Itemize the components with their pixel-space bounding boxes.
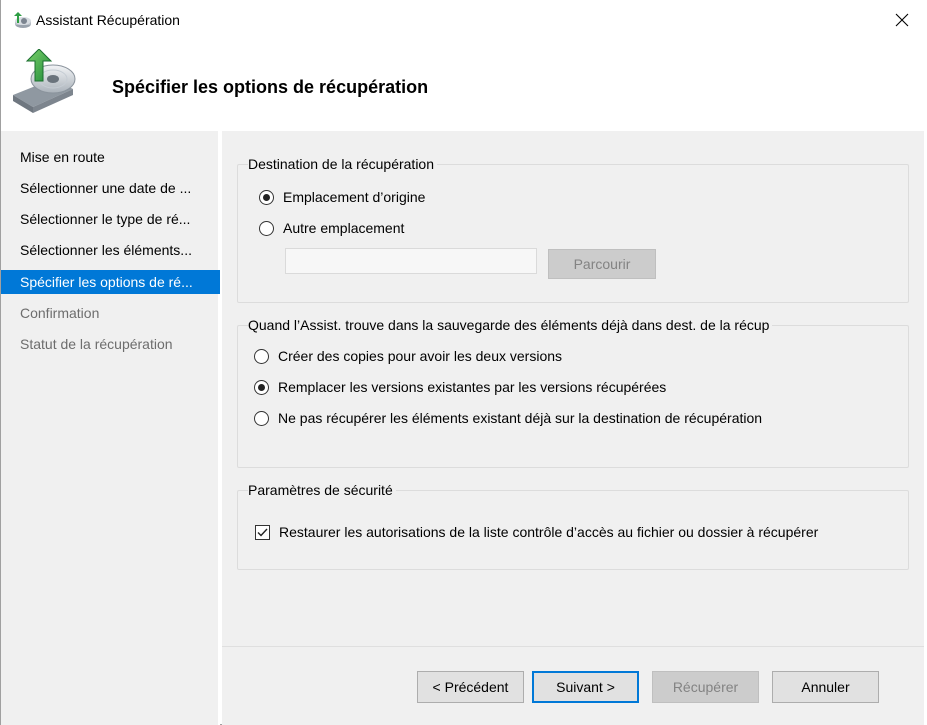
window-title: Assistant Récupération <box>36 12 180 28</box>
step-select-items[interactable]: Sélectionner les éléments... <box>1 238 220 262</box>
radio-button[interactable] <box>259 189 274 205</box>
destination-path-input[interactable] <box>285 248 537 274</box>
radio-button[interactable] <box>254 348 269 364</box>
restore-acl-label: Restaurer les autorisations de la liste … <box>279 524 819 540</box>
conflict-group-title: Quand l’Assist. trouve dans la sauvegard… <box>248 317 773 333</box>
browse-button[interactable]: Parcourir <box>548 249 656 279</box>
radio-skip-existing[interactable]: Ne pas récupérer les éléments existant d… <box>254 408 762 428</box>
next-button[interactable]: Suivant > <box>532 671 639 703</box>
close-button[interactable] <box>879 0 925 40</box>
security-group-title: Paramètres de sécurité <box>248 482 396 498</box>
close-icon <box>895 13 909 27</box>
step-select-date[interactable]: Sélectionner une date de ... <box>1 176 220 200</box>
destination-group-title: Destination de la récupération <box>248 156 438 172</box>
step-specify-options[interactable]: Spécifier les options de ré... <box>1 270 220 294</box>
step-getting-started[interactable]: Mise en route <box>1 145 220 169</box>
radio-replace-existing[interactable]: Remplacer les versions existantes par le… <box>254 377 666 397</box>
drive-restore-icon <box>13 49 76 113</box>
radio-other-location[interactable]: Autre emplacement <box>259 218 404 238</box>
restore-acl-checkbox-row[interactable]: Restaurer les autorisations de la liste … <box>255 522 818 542</box>
radio-create-copies[interactable]: Créer des copies pour avoir les deux ver… <box>254 346 562 366</box>
radio-create-copies-label: Créer des copies pour avoir les deux ver… <box>278 348 563 364</box>
recover-button: Récupérer <box>652 671 759 703</box>
step-confirmation: Confirmation <box>20 305 100 321</box>
radio-skip-existing-label: Ne pas récupérer les éléments existant d… <box>278 410 763 426</box>
radio-button[interactable] <box>254 410 269 426</box>
title-bar: Assistant Récupération <box>1 0 925 40</box>
restore-acl-checkbox[interactable] <box>255 524 270 540</box>
radio-button[interactable] <box>254 379 269 395</box>
previous-button[interactable]: < Précédent <box>417 671 524 703</box>
wizard-header: Spécifier les options de récupération <box>1 40 925 131</box>
step-recovery-status: Statut de la récupération <box>20 336 173 352</box>
radio-original-location[interactable]: Emplacement d’origine <box>259 187 425 207</box>
wizard-steps-sidebar: Mise en route Sélectionner une date de .… <box>1 131 220 725</box>
backup-restore-icon <box>14 12 31 28</box>
checkmark-icon <box>257 528 268 537</box>
radio-original-location-label: Emplacement d’origine <box>283 189 426 205</box>
cancel-button[interactable]: Annuler <box>772 671 879 703</box>
radio-other-location-label: Autre emplacement <box>283 220 405 236</box>
radio-replace-existing-label: Remplacer les versions existantes par le… <box>278 379 667 395</box>
step-select-recovery-type[interactable]: Sélectionner le type de ré... <box>1 207 220 231</box>
page-title: Spécifier les options de récupération <box>112 77 429 97</box>
wizard-window: Assistant Récupération Spécifier les opt… <box>0 0 925 725</box>
radio-button[interactable] <box>259 220 274 236</box>
